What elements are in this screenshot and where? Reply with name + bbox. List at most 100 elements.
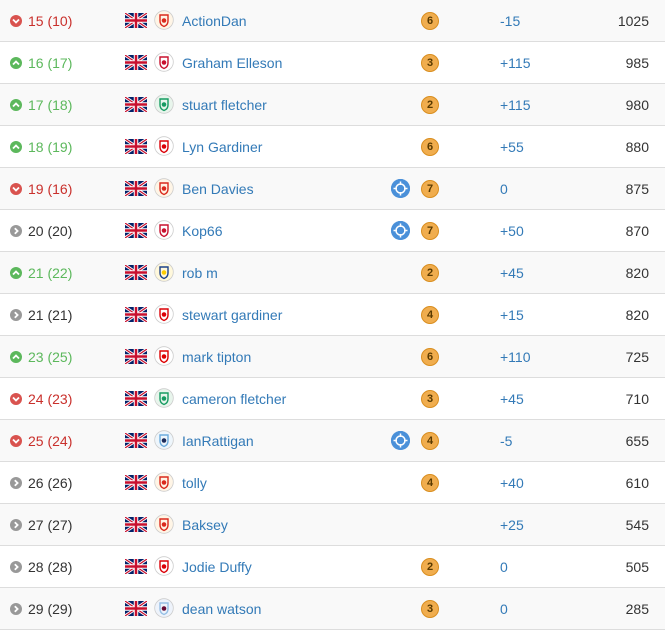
man-utd-crest-icon [154, 472, 174, 492]
movement-down-icon [10, 183, 22, 195]
arsenal-crest-icon [154, 556, 174, 576]
movement-down-icon [10, 435, 22, 447]
table-row: 19 (16) Ben Davies 7 0 875 [0, 168, 665, 210]
player-name-link[interactable]: Graham Elleson [182, 42, 282, 84]
rank-text: 20 (20) [28, 223, 73, 239]
movement-same-icon [10, 225, 22, 237]
crosshair-chip-icon [391, 431, 410, 450]
player-name-link[interactable]: Baksey [182, 504, 228, 546]
table-row: 18 (19) Lyn Gardiner 6 +55 880 [0, 126, 665, 168]
table-row: 29 (29) dean watson 3 0 285 [0, 588, 665, 630]
crosshair-chip-icon [391, 179, 410, 198]
gameweek-badge: 7 [421, 180, 439, 198]
rank-cell: 26 (26) [10, 462, 72, 504]
gameweek-badge: 6 [421, 12, 439, 30]
rank-text: 19 (16) [28, 181, 73, 197]
uk-flag-icon [124, 347, 148, 366]
rank-cell: 29 (29) [10, 588, 72, 630]
liverpool-crest-icon [154, 220, 174, 240]
total-points: 820 [625, 265, 649, 281]
player-name-link[interactable]: tolly [182, 462, 207, 504]
movement-same-icon [10, 561, 22, 573]
rank-text: 15 (10) [28, 13, 73, 29]
player-name-link[interactable]: IanRattigan [182, 420, 254, 462]
gameweek-badge: 4 [421, 306, 439, 324]
man-utd-crest-icon [154, 10, 174, 30]
rank-cell: 24 (23) [10, 378, 72, 420]
table-row: 15 (10) ActionDan 6 -15 1025 [0, 0, 665, 42]
player-name-link[interactable]: Jodie Duffy [182, 546, 252, 588]
aston-villa-crest-icon [154, 598, 174, 618]
gameweek-badge: 2 [421, 264, 439, 282]
movement-up-icon [10, 57, 22, 69]
rank-cell: 15 (10) [10, 0, 72, 42]
movement-same-icon [10, 309, 22, 321]
gameweek-badge: 3 [421, 600, 439, 618]
gameweek-badge: 7 [421, 222, 439, 240]
total-points: 980 [625, 97, 649, 113]
rank-cell: 27 (27) [10, 504, 72, 546]
movement-up-icon [10, 351, 22, 363]
total-points: 610 [625, 475, 649, 491]
uk-flag-icon [124, 515, 148, 534]
table-row: 23 (25) mark tipton 6 +110 725 [0, 336, 665, 378]
uk-flag-icon [124, 431, 148, 450]
gameweek-badge: 2 [421, 558, 439, 576]
total-points: 710 [625, 391, 649, 407]
player-name-link[interactable]: Kop66 [182, 210, 222, 252]
rank-text: 24 (23) [28, 391, 73, 407]
table-row: 21 (21) stewart gardiner 4 +15 820 [0, 294, 665, 336]
player-name-link[interactable]: mark tipton [182, 336, 251, 378]
player-name-link[interactable]: rob m [182, 252, 218, 294]
player-name-link[interactable]: dean watson [182, 588, 261, 630]
rank-cell: 25 (24) [10, 420, 72, 462]
player-name-link[interactable]: Ben Davies [182, 168, 254, 210]
total-points: 655 [625, 433, 649, 449]
table-row: 24 (23) cameron fletcher 3 +45 710 [0, 378, 665, 420]
movement-up-icon [10, 267, 22, 279]
uk-flag-icon [124, 557, 148, 576]
uk-flag-icon [124, 263, 148, 282]
table-row: 28 (28) Jodie Duffy 2 0 505 [0, 546, 665, 588]
points-change: -15 [500, 13, 521, 29]
player-name-link[interactable]: ActionDan [182, 0, 247, 42]
points-change: +55 [500, 139, 524, 155]
total-points: 875 [625, 181, 649, 197]
celtic-crest-icon [154, 388, 174, 408]
leeds-crest-icon [154, 262, 174, 282]
rank-cell: 21 (22) [10, 252, 72, 294]
uk-flag-icon [124, 11, 148, 30]
player-name-link[interactable]: cameron fletcher [182, 378, 286, 420]
uk-flag-icon [124, 53, 148, 72]
uk-flag-icon [124, 179, 148, 198]
crosshair-chip-icon [391, 221, 410, 240]
rank-text: 29 (29) [28, 601, 73, 617]
player-name-link[interactable]: stuart fletcher [182, 84, 267, 126]
rank-text: 25 (24) [28, 433, 73, 449]
player-name-link[interactable]: stewart gardiner [182, 294, 282, 336]
rank-text: 28 (28) [28, 559, 73, 575]
arsenal-crest-icon [154, 136, 174, 156]
points-change: +45 [500, 265, 524, 281]
uk-flag-icon [124, 473, 148, 492]
table-row: 20 (20) Kop66 7 +50 870 [0, 210, 665, 252]
rank-text: 26 (26) [28, 475, 73, 491]
points-change: +40 [500, 475, 524, 491]
player-name-link[interactable]: Lyn Gardiner [182, 126, 262, 168]
rank-cell: 17 (18) [10, 84, 72, 126]
gameweek-badge: 2 [421, 96, 439, 114]
movement-down-icon [10, 15, 22, 27]
rank-text: 17 (18) [28, 97, 73, 113]
points-change: -5 [500, 433, 513, 449]
total-points: 880 [625, 139, 649, 155]
points-change: 0 [500, 181, 508, 197]
gameweek-badge: 3 [421, 390, 439, 408]
uk-flag-icon [124, 137, 148, 156]
table-row: 17 (18) stuart fletcher 2 +115 980 [0, 84, 665, 126]
table-row: 25 (24) IanRattigan 4 -5 655 [0, 420, 665, 462]
rank-cell: 21 (21) [10, 294, 72, 336]
uk-flag-icon [124, 305, 148, 324]
celtic-crest-icon [154, 94, 174, 114]
movement-same-icon [10, 519, 22, 531]
movement-same-icon [10, 603, 22, 615]
